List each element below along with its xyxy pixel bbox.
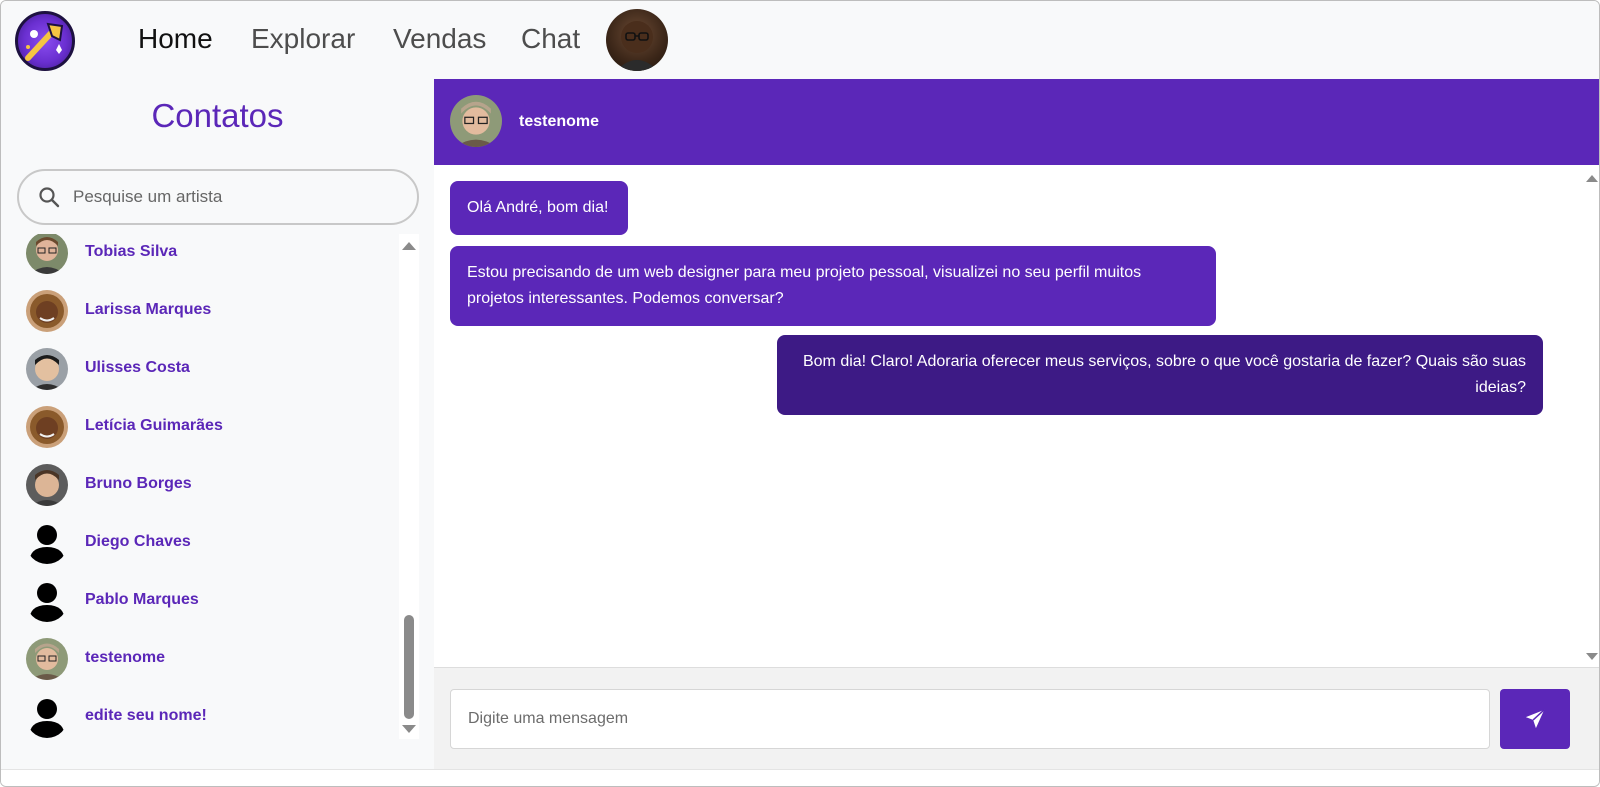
contact-item-diego-chaves[interactable]: Diego Chaves [1,514,401,572]
logo-icon[interactable] [15,11,75,71]
default-user-icon-graphic [29,699,65,738]
contact-item-edite-seu-nome[interactable]: edite seu nome! [1,688,401,744]
logo-graphic [25,22,64,61]
scroll-up-arrow-icon[interactable] [402,242,416,250]
window-bottom-edge [1,769,1599,786]
app-window: Home Explorar Vendas Chat Contatos Pesqu… [0,0,1600,787]
sidebar-title: Contatos [151,97,284,134]
contact-name: Larissa Marques [85,301,212,318]
contact-item-ulisses-costa[interactable]: Ulisses Costa [1,340,401,398]
search-box[interactable] [17,169,419,225]
contacts-list[interactable]: Tobias Silva Larissa Marques Ulisses Cos… [1,234,426,744]
message-outgoing: Bom dia! Claro! Adoraria oferecer meus s… [777,335,1543,415]
contact-avatar [26,406,68,448]
chat-scroll-down-arrow-icon[interactable] [1586,653,1598,660]
navbar: Home Explorar Vendas Chat [1,1,1599,79]
default-user-icon-graphic [29,583,65,622]
contact-name: edite seu nome! [85,707,207,724]
contact-avatar [26,290,68,332]
message-incoming: Estou precisando de um web designer para… [450,246,1216,326]
contact-name: Diego Chaves [85,533,191,550]
contact-item-testenome[interactable]: testenome [1,630,401,688]
contact-name: Tobias Silva [85,243,178,260]
avatar-photo-icon [26,464,68,506]
avatar-photo-icon [450,95,502,147]
avatar-photo-icon [26,348,68,390]
nav-vendas[interactable]: Vendas [393,23,486,55]
message-composer [434,667,1599,769]
search-input[interactable] [73,179,403,215]
contact-item-tobias-silva[interactable]: Tobias Silva [1,234,401,282]
contact-name: Bruno Borges [85,475,192,492]
contact-item-bruno-borges[interactable]: Bruno Borges [1,456,401,514]
default-user-icon [26,580,68,622]
contact-avatar [26,234,68,274]
avatar-photo-icon [26,290,68,332]
contact-avatar [26,348,68,390]
nav-explorar[interactable]: Explorar [251,23,355,55]
contact-item-pablo-marques[interactable]: Pablo Marques [1,572,401,630]
contacts-scroll-thumb[interactable] [404,615,414,719]
chat-header: testenome [434,79,1599,165]
contact-avatar [26,638,68,680]
contact-name: Pablo Marques [85,591,199,608]
default-user-icon-graphic [29,525,65,564]
search-icon [39,187,60,208]
contacts-sidebar: Contatos Pesquise um artista Tobias Silv… [1,79,434,769]
contact-avatar [26,464,68,506]
user-avatar-graphic [616,21,658,71]
scroll-down-arrow-icon[interactable] [402,725,416,733]
chat-scroll-up-arrow-icon[interactable] [1586,175,1598,182]
chat-header-avatar[interactable] [450,95,502,147]
chat-panel: testenome Olá André, bom dia! Estou prec… [434,79,1599,769]
message-incoming: Olá André, bom dia! [450,181,628,235]
contact-name: Ulisses Costa [85,359,190,376]
avatar-photo-icon [26,406,68,448]
messages-area: Olá André, bom dia! Estou precisando de … [434,165,1599,667]
contact-item-larissa-marques[interactable]: Larissa Marques [1,282,401,340]
chat-contact-name: testenome [519,113,600,130]
default-user-icon [26,696,68,738]
default-user-icon [26,522,68,564]
avatar-photo-icon [26,638,68,680]
contact-item-leticia-guimaraes[interactable]: Letícia Guimarães [1,398,401,456]
avatar-photo-icon [26,234,68,274]
user-avatar[interactable] [606,9,668,71]
message-input[interactable] [450,689,1490,749]
send-button[interactable] [1500,689,1570,749]
contact-name: testenome [85,649,166,666]
nav-home[interactable]: Home [138,23,213,55]
contact-name: Letícia Guimarães [85,417,223,434]
send-icon [1525,709,1545,729]
nav-chat[interactable]: Chat [521,23,580,55]
